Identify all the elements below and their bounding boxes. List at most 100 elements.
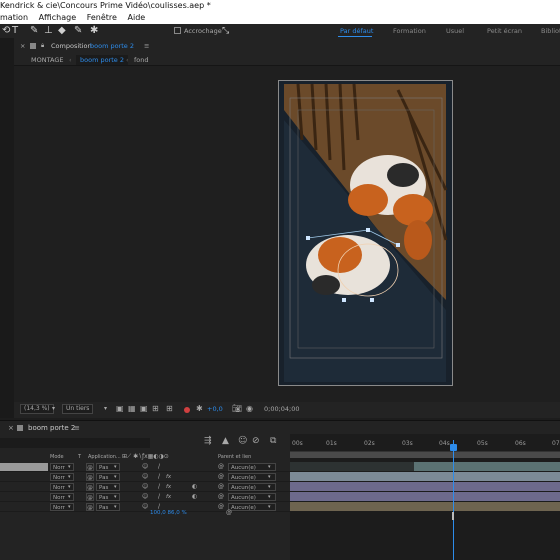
trackmatte-icon[interactable]: @ [86, 503, 94, 511]
mode-header: Mode [50, 454, 64, 460]
eraser-tool-icon[interactable]: ◆ [58, 25, 66, 37]
layer-row[interactable]: Norr ▾ @ Pas ▾ ☺ / @ Aucun(e) ▾ [0, 462, 290, 472]
composition-name[interactable]: boom porte 2 [90, 40, 134, 52]
stamp-tool-icon[interactable]: ⊥ [44, 25, 53, 37]
parent-pick-whip-icon[interactable]: @ [218, 483, 224, 491]
text-tool-icon[interactable]: T [12, 25, 18, 37]
menu-item-aide[interactable]: Aide [128, 13, 146, 22]
trackmatte-icon[interactable]: @ [86, 483, 94, 491]
quality-switch-icon[interactable]: / [158, 463, 160, 471]
playhead-handle[interactable] [450, 444, 457, 451]
chevron-down-icon: ▾ [68, 474, 71, 480]
show-snapshot-icon[interactable]: ◉ [246, 402, 253, 416]
comp-flowchart-icon[interactable]: ⇶ [204, 436, 212, 446]
adjustment-layer-icon[interactable]: ◐ [192, 483, 197, 491]
layer-row[interactable]: Norr ▾ @ Pas ▾ ☺ / @ Aucun(e) ▾ [0, 502, 290, 512]
workspace-usuel[interactable]: Usuel [446, 24, 464, 38]
parent-header: Parent et lien [218, 454, 252, 460]
ruler-label: 05s [477, 440, 488, 447]
trackmatte-icon[interactable]: @ [86, 473, 94, 481]
exposure-value[interactable]: +0,0 [207, 402, 223, 416]
parent-pick-whip-icon[interactable]: @ [218, 463, 224, 471]
frame-blending-icon[interactable]: ⊘ [252, 436, 260, 446]
shy-switch-icon[interactable]: ☺ [142, 463, 148, 471]
snapping-label: Accrochage [184, 27, 222, 35]
breadcrumb-montage[interactable]: MONTAGE [31, 54, 64, 66]
puppet-pin-icon[interactable]: ✱ [90, 25, 98, 37]
breadcrumb-boom-porte[interactable]: boom porte 2 [76, 55, 129, 65]
region-of-interest-icon[interactable]: ▣ [116, 402, 124, 416]
close-tab-icon[interactable]: × [8, 421, 14, 435]
graph-editor-icon[interactable]: ⧉ [270, 436, 276, 446]
parent-pick-whip-icon[interactable]: @ [218, 473, 224, 481]
ruler-label: 00s [292, 440, 303, 447]
shy-layers-icon[interactable]: ☺ [238, 436, 247, 446]
shy-switch-icon[interactable]: ☺ [142, 503, 148, 511]
composition-icon [17, 425, 23, 431]
trackmatte-icon[interactable]: @ [86, 493, 94, 501]
breadcrumb-fond[interactable]: fond [134, 54, 149, 66]
resolution-dropdown[interactable]: Un tiers [62, 404, 94, 414]
playhead-line[interactable] [453, 440, 454, 560]
shy-switch-icon[interactable]: ☺ [142, 473, 148, 481]
workspace-bibliotheques[interactable]: Bibliot [541, 24, 560, 38]
chevron-down-icon: ▾ [68, 504, 71, 510]
parent-pick-whip-icon[interactable]: @ [226, 509, 232, 516]
timeline-tab-name[interactable]: boom porte 2 [28, 421, 75, 435]
shy-switch-icon[interactable]: ☺ [142, 493, 148, 501]
panel-menu-icon[interactable]: ≡ [74, 421, 80, 435]
layer-row[interactable]: Norr ▾ @ Pas ▾ ☺ / fx ◐ @ Aucun(e) ▾ [0, 492, 290, 502]
quality-switch-icon[interactable]: / [158, 493, 160, 501]
color-channels-icon[interactable] [184, 407, 190, 413]
layer-column-headers: Mode T Application... ⊞⟋ ✱∖ƒx▦◐◑⊙ Parent… [0, 452, 290, 462]
exposure-icon[interactable]: ✱ [196, 402, 203, 416]
trackmatte-icon[interactable]: @ [86, 463, 94, 471]
menu-item-fenetre[interactable]: Fenêtre [87, 13, 117, 22]
chevron-down-icon: ▾ [268, 474, 271, 480]
close-tab-icon[interactable]: × [20, 40, 25, 52]
search-layers-input[interactable] [0, 438, 150, 448]
menu-item-animation[interactable]: mation [0, 13, 28, 22]
snapping-checkbox[interactable] [174, 27, 181, 34]
layer-row[interactable]: Norr ▾ @ Pas ▾ ☺ / fx @ Aucun(e) ▾ [0, 472, 290, 482]
snap-icon[interactable]: ⤡ [222, 24, 229, 38]
workspace-petit-ecran[interactable]: Petit écran [487, 24, 522, 38]
roto-brush-icon[interactable]: ✎ [74, 25, 82, 37]
effects-switch-icon[interactable]: fx [166, 493, 171, 501]
lock-icon[interactable]: 🔒︎ [41, 40, 44, 52]
shy-switch-icon[interactable]: ☺ [142, 483, 148, 491]
rotate-tool-icon[interactable]: ⟲ [2, 25, 10, 37]
ruler-label: 04s [439, 440, 450, 447]
current-timecode[interactable]: 0;00;04;00 [264, 402, 300, 416]
ruler-label: 02s [364, 440, 375, 447]
composition-frame[interactable] [278, 80, 453, 386]
layer-name-selected[interactable] [0, 463, 48, 471]
draft-3d-icon[interactable]: ▲ [222, 436, 229, 446]
zoom-dropdown[interactable]: (14,3 %) [20, 404, 54, 414]
adjustment-layer-icon[interactable]: ◐ [192, 493, 197, 501]
quality-switch-icon[interactable]: / [158, 473, 160, 481]
grid-icon[interactable]: ⊞ [166, 402, 173, 416]
workspace-formation[interactable]: Formation [393, 24, 426, 38]
snapshot-camera-icon[interactable]: 📷︎ [232, 402, 242, 416]
chevron-down-icon: ▾ [114, 484, 117, 490]
brush-tool-icon[interactable]: ✎ [30, 25, 38, 37]
stretch-value[interactable]: 100,0 86,0 % [150, 510, 187, 516]
layer-row[interactable]: Norr ▾ @ Pas ▾ ☺ / fx ◐ @ Aucun(e) ▾ [0, 482, 290, 492]
guides-icon[interactable]: ⊞ [152, 402, 159, 416]
parent-pick-whip-icon[interactable]: @ [218, 493, 224, 501]
transparency-grid-icon[interactable]: ▦ [128, 402, 136, 416]
mask-visibility-icon[interactable]: ▣ [140, 402, 148, 416]
chevron-down-icon: ▾ [114, 494, 117, 500]
parent-pick-whip-icon[interactable]: @ [218, 503, 224, 511]
ruler-label: 01s [326, 440, 337, 447]
dog-ear [348, 184, 388, 216]
effects-switch-icon[interactable]: fx [166, 483, 171, 491]
layer-track-2 [290, 472, 560, 481]
panel-menu-icon[interactable]: ≡ [144, 40, 149, 52]
layer-track-1-empty [290, 462, 414, 471]
menu-item-affichage[interactable]: Affichage [39, 13, 77, 22]
work-area-bar[interactable] [290, 452, 560, 458]
effects-switch-icon[interactable]: fx [166, 473, 171, 481]
quality-switch-icon[interactable]: / [158, 483, 160, 491]
